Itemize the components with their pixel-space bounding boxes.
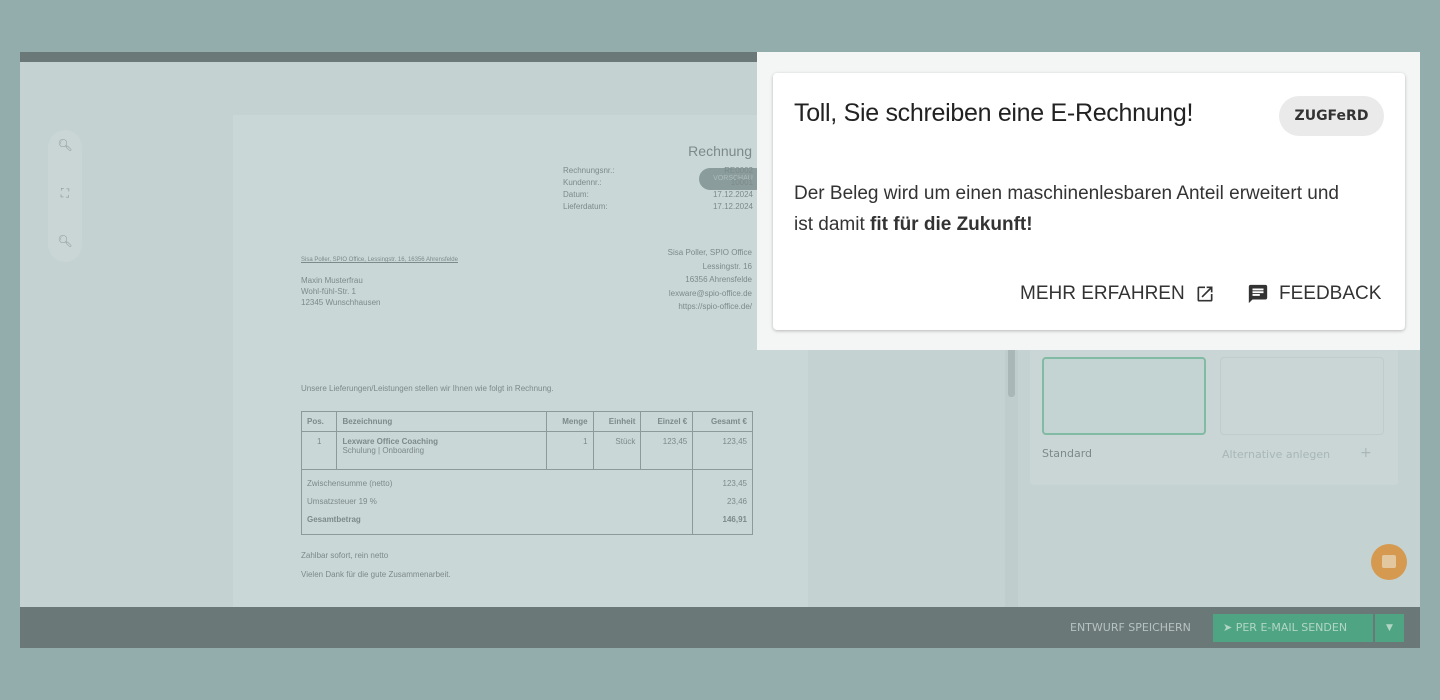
header-cell: Einzel €: [640, 411, 694, 432]
cell: 1: [300, 431, 338, 470]
subtotal-value: 123,45: [722, 479, 747, 488]
meta-label: Datum:: [563, 190, 589, 199]
address-line: https://spio-office.de/: [678, 302, 752, 311]
chat-button[interactable]: [1371, 544, 1407, 580]
scrollbar-thumb[interactable]: [1008, 347, 1015, 397]
meta-value: RE0002: [724, 166, 753, 175]
thanks-text: Vielen Dank für die gute Zusammenarbeit.: [301, 570, 451, 579]
add-icon[interactable]: +: [1360, 445, 1372, 461]
header-cell: Menge: [546, 411, 594, 432]
e-invoice-popover: Toll, Sie schreiben eine E-Rechnung! ZUG…: [757, 52, 1420, 350]
company-address: Sisa Poller, SPIO Office Lessingstr. 16 …: [668, 246, 752, 314]
template-standard-preview[interactable]: [1042, 357, 1206, 435]
payment-terms: Zahlbar sofort, rein netto: [301, 551, 389, 560]
save-draft-button[interactable]: ENTWURF SPEICHERN: [1070, 621, 1191, 634]
header-cell: Bezeichnung: [336, 411, 548, 432]
feedback-icon: [1248, 284, 1268, 304]
total-value: 146,91: [722, 515, 747, 524]
chevron-down-icon: ▼: [1386, 623, 1393, 633]
zoom-out-icon[interactable]: 🔍︎: [48, 234, 82, 248]
item-desc: Schulung | Onboarding: [342, 446, 425, 455]
external-link-icon: [1197, 286, 1213, 302]
body-bold: fit für die Zukunft!: [870, 214, 1033, 235]
send-label: PER E-MAIL SENDEN: [1235, 621, 1348, 634]
doc-title: Rechnung: [688, 143, 752, 159]
total-label: Gesamtbetrag: [307, 515, 361, 524]
totals-labels: Zwischensumme (netto) Umsatzsteuer 19 % Ge…: [300, 469, 694, 535]
table-header: Pos. Bezeichnung Menge Einheit Einzel € …: [300, 411, 753, 432]
header-cell: Gesamt €: [692, 411, 753, 432]
table-row: 1 Lexware Office Coaching Schulung | Onbo…: [300, 431, 753, 470]
address-line: lexware@spio-office.de: [668, 288, 752, 298]
address-line: Wohl-fühl-Str. 1: [301, 287, 356, 296]
meta-label: Kundennr.:: [563, 178, 602, 187]
zoom-toolbar: 🔍︎ ⛶ 🔍︎: [48, 130, 82, 262]
item-name: Lexware Office Coaching: [342, 437, 439, 446]
fit-screen-icon[interactable]: ⛶: [48, 186, 82, 201]
template-alternative-label[interactable]: Alternative anlegen: [1222, 448, 1330, 461]
meta-label: Lieferdatum:: [563, 202, 608, 211]
invoice-meta: Rechnungsnr.: RE0002 Kundennr.: 10001 Datu…: [563, 165, 753, 213]
feedback-button[interactable]: FEEDBACK: [1247, 283, 1381, 305]
meta-value: 10001: [730, 178, 753, 187]
sender-line: Sisa Poller, SPIO Office, Lessingstr. 16…: [301, 257, 458, 263]
totals-row: Zwischensumme (netto) Umsatzsteuer 19 % Ge…: [300, 469, 753, 535]
cell: Lexware Office Coaching Schulung | Onboar…: [336, 431, 548, 470]
address-line: 16356 Ahrensfelde: [685, 275, 752, 284]
header-cell: Pos.: [300, 411, 338, 432]
tax-value: 23,46: [726, 497, 747, 506]
popover-title: Toll, Sie schreiben eine E-Rechnung!: [794, 99, 1194, 127]
subtotal-label: Zwischensumme (netto): [307, 479, 393, 488]
recipient-address: Maxin Musterfrau Wohl-fühl-Str. 1 12345 …: [301, 275, 380, 308]
template-standard-label[interactable]: Standard: [1042, 447, 1092, 460]
meta-value: 17.12.2024: [712, 190, 753, 199]
chat-icon: [1382, 555, 1396, 568]
learn-more-link[interactable]: MEHR ERFAHREN: [1020, 283, 1215, 305]
popover-body: Der Beleg wird um einen maschinenlesbare…: [794, 178, 1354, 240]
cell: 123,45: [692, 431, 753, 470]
send-options-dropdown[interactable]: ▼: [1375, 614, 1404, 642]
meta-label: Rechnungsnr.:: [563, 166, 615, 175]
totals-values: 123,45 23,46 146,91: [692, 469, 753, 535]
template-selector: Standard Alternative anlegen +: [1030, 347, 1398, 485]
template-alternative-slot[interactable]: [1220, 357, 1384, 435]
learn-more-label: MEHR ERFAHREN: [1020, 283, 1185, 304]
feedback-label: FEEDBACK: [1279, 283, 1382, 304]
zugferd-chip: ZUGFeRD: [1279, 96, 1384, 136]
cell: 123,45: [640, 431, 694, 470]
bottom-action-bar: ENTWURF SPEICHERN ➤ PER E-MAIL SENDEN ▼: [20, 607, 1420, 648]
zoom-in-icon[interactable]: 🔍︎: [48, 138, 82, 152]
tax-label: Umsatzsteuer 19 %: [307, 497, 377, 506]
address-line: Sisa Poller, SPIO Office: [667, 248, 752, 257]
meta-value: 17.12.2024: [712, 202, 753, 211]
cell: Stück: [592, 431, 642, 470]
send-icon: ➤: [1223, 621, 1233, 634]
send-email-button[interactable]: ➤ PER E-MAIL SENDEN: [1213, 614, 1373, 642]
address-line: Lessingstr. 16: [702, 261, 752, 271]
address-line: Maxin Musterfrau: [301, 276, 363, 285]
address-line: 12345 Wunschhausen: [301, 298, 381, 307]
header-cell: Einheit: [592, 411, 642, 432]
invoice-preview: VORSCHAU Rechnung Rechnungsnr.: RE0002 Ku…: [233, 115, 808, 615]
popover-card: Toll, Sie schreiben eine E-Rechnung! ZUG…: [773, 73, 1405, 330]
cell: 1: [546, 431, 594, 470]
intro-text: Unsere Lieferungen/Leistungen stellen wi…: [301, 384, 554, 393]
line-items-table: Pos. Bezeichnung Menge Einheit Einzel € …: [300, 411, 753, 535]
